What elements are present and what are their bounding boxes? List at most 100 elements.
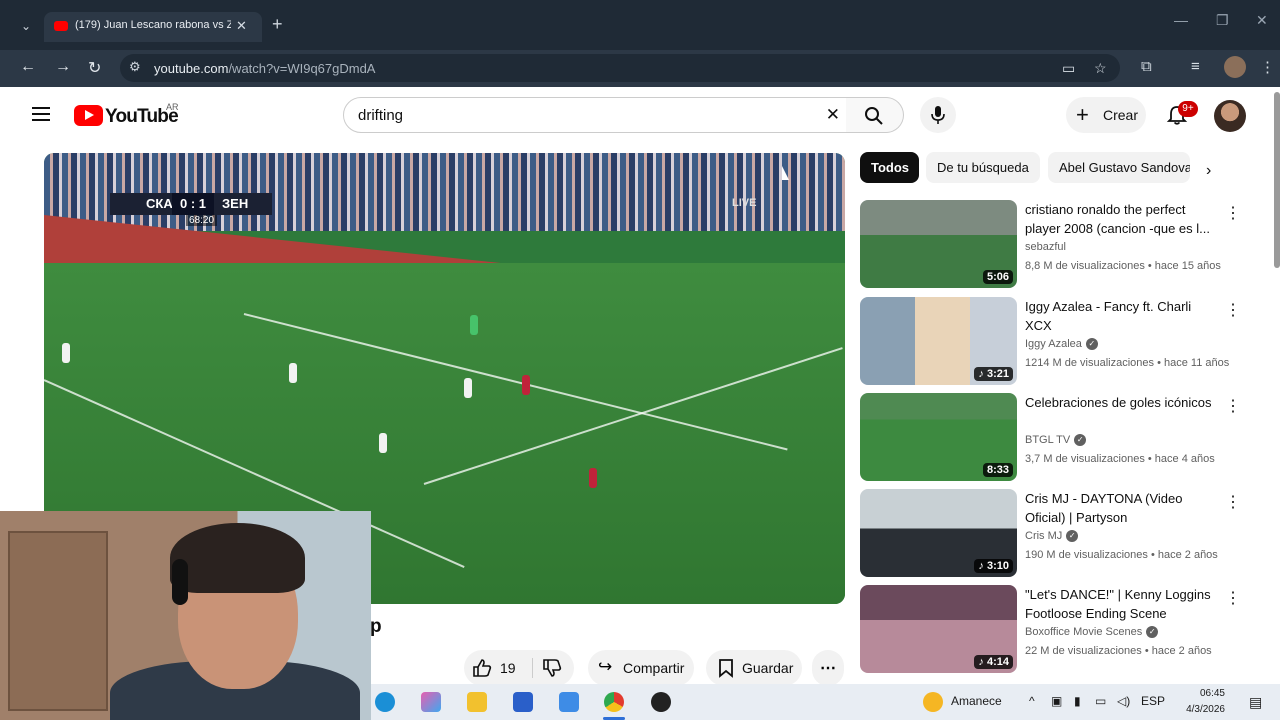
tab-close-icon[interactable]: ✕	[236, 18, 247, 34]
bookmark-star-icon[interactable]: ☆	[1094, 60, 1107, 77]
bookmark-icon	[719, 659, 733, 678]
video-thumbnail[interactable]: 5:06	[860, 200, 1017, 288]
extensions-icon[interactable]: ⧉	[1141, 58, 1152, 75]
back-icon[interactable]: ←	[20, 58, 36, 76]
file-explorer-icon[interactable]	[467, 692, 487, 712]
notifications-center-icon[interactable]: ▤	[1249, 694, 1262, 711]
volume-icon[interactable]: ◁)	[1117, 694, 1130, 708]
forward-icon[interactable]: →	[55, 58, 71, 76]
new-tab-icon[interactable]: +	[272, 14, 283, 35]
footballer	[379, 433, 387, 453]
browser-tab[interactable]: (179) Juan Lescano rabona vs Zenit ✕	[44, 12, 262, 42]
youtube-header: YouTube AR drifting ✕ + Crear 9+	[0, 87, 1280, 143]
address-bar[interactable]: ⚙ youtube.com/watch?v=WI9q67gDmdA ▭ ☆	[120, 54, 1120, 82]
search-button[interactable]	[846, 97, 904, 133]
search-query[interactable]: drifting	[358, 107, 403, 124]
browser-menu-icon[interactable]: ⋮	[1260, 58, 1275, 76]
account-avatar[interactable]	[1214, 100, 1246, 132]
video-thumbnail[interactable]: 8:33	[860, 393, 1017, 481]
edge-icon[interactable]	[375, 692, 395, 712]
reload-icon[interactable]: ↻	[88, 58, 101, 78]
menu-icon[interactable]	[32, 107, 50, 121]
divider	[532, 658, 533, 678]
more-vert-icon[interactable]: ⋮	[1225, 300, 1241, 320]
search-icon	[865, 107, 883, 125]
minimize-icon[interactable]: —	[1174, 12, 1188, 28]
verified-check-icon: ✓	[1146, 626, 1159, 639]
more-actions-button[interactable]: ⋯	[812, 650, 844, 686]
media-control-icon[interactable]: ≡	[1191, 58, 1200, 75]
url-text[interactable]: youtube.com/watch?v=WI9q67gDmdA	[154, 61, 375, 76]
voice-search-button[interactable]	[920, 97, 956, 133]
clock[interactable]: 06:45 4/3/2026	[1175, 686, 1225, 718]
recommendation-meta: 22 M de visualizaciones • hace 2 años	[1025, 645, 1212, 657]
microphone-tray-icon[interactable]: ▮	[1074, 694, 1081, 708]
tab-search-icon[interactable]: ⌄	[14, 14, 38, 38]
more-vert-icon[interactable]: ⋮	[1225, 492, 1241, 512]
chevron-right-icon[interactable]: ›	[1206, 162, 1211, 180]
clear-search-icon[interactable]: ✕	[826, 105, 840, 125]
browser-profile-avatar[interactable]	[1224, 56, 1246, 78]
dislike-icon[interactable]	[542, 658, 562, 678]
recommendation-item[interactable]: ♪ 3:21 Iggy Azalea - Fancy ft. Charli XC…	[860, 297, 1250, 389]
channel-name: sebazful	[1025, 241, 1066, 253]
tray-app-icon[interactable]: ▣	[1051, 694, 1062, 708]
network-icon[interactable]: ▭	[1095, 694, 1106, 708]
video-thumbnail[interactable]: ♪ 4:14	[860, 585, 1017, 673]
site-info-icon[interactable]: ⚙	[129, 59, 141, 75]
chip-channel[interactable]: Abel Gustavo Sandoval	[1048, 152, 1190, 183]
weather-label[interactable]: Amanece	[951, 694, 1002, 708]
more-vert-icon[interactable]: ⋮	[1225, 588, 1241, 608]
match-clock: 68:20	[186, 215, 218, 226]
video-thumbnail[interactable]: ♪ 3:10	[860, 489, 1017, 577]
more-vert-icon[interactable]: ⋮	[1225, 203, 1241, 223]
recommendation-channel[interactable]: sebazful	[1025, 241, 1066, 253]
footballer	[464, 378, 472, 398]
duration-badge: ♪ 3:21	[974, 367, 1013, 381]
recommendation-title[interactable]: Celebraciones de goles icónicos	[1025, 393, 1217, 412]
like-dislike-group: 19	[464, 650, 574, 686]
recommendation-channel[interactable]: Boxoffice Movie Scenes ✓	[1025, 626, 1159, 639]
recommendation-channel[interactable]: Iggy Azalea ✓	[1025, 338, 1098, 351]
channel-name: BTGL TV	[1025, 434, 1071, 446]
share-button[interactable]: ↪ Compartir	[588, 650, 694, 686]
recommendation-title[interactable]: Iggy Azalea - Fancy ft. Charli XCX	[1025, 297, 1217, 335]
like-icon[interactable]	[472, 658, 492, 678]
channel-name: Cris MJ	[1025, 530, 1063, 542]
chip-todos[interactable]: Todos	[860, 152, 919, 183]
away-team: ЗЕН	[222, 196, 249, 211]
recommendation-channel[interactable]: Cris MJ ✓	[1025, 530, 1079, 543]
chip-de-tu-busqueda[interactable]: De tu búsqueda	[926, 152, 1040, 183]
weather-sun-icon[interactable]	[923, 692, 943, 712]
verified-check-icon: ✓	[1085, 338, 1098, 351]
more-vert-icon[interactable]: ⋮	[1225, 396, 1241, 416]
tab-title: (179) Juan Lescano rabona vs Zenit	[75, 19, 231, 31]
recommendation-title[interactable]: "Let's DANCE!" | Kenny Loggins Footloose…	[1025, 585, 1217, 623]
restore-icon[interactable]: ❐	[1216, 12, 1229, 29]
page-scrollbar[interactable]	[1274, 92, 1280, 268]
create-button[interactable]: + Crear	[1066, 97, 1146, 133]
copilot-icon[interactable]	[421, 692, 441, 712]
store-icon[interactable]	[513, 692, 533, 712]
chrome-icon[interactable]	[604, 692, 624, 712]
like-count: 19	[500, 660, 516, 676]
recommendation-item[interactable]: 5:06 cristiano ronaldo the perfect playe…	[860, 200, 1250, 292]
search-input[interactable]: drifting ✕	[343, 97, 847, 133]
close-window-icon[interactable]: ✕	[1256, 12, 1268, 29]
video-thumbnail[interactable]: ♪ 3:21	[860, 297, 1017, 385]
recommendation-item[interactable]: 8:33 Celebraciones de goles icónicos BTG…	[860, 393, 1250, 485]
obs-icon[interactable]	[651, 692, 671, 712]
recommendation-title[interactable]: cristiano ronaldo the perfect player 200…	[1025, 200, 1217, 238]
recommendation-channel[interactable]: BTGL TV ✓	[1025, 434, 1087, 447]
language-indicator[interactable]: ESP	[1141, 694, 1165, 708]
mail-icon[interactable]	[559, 692, 579, 712]
url-host: youtube.com	[154, 61, 229, 76]
cast-icon[interactable]: ▭	[1062, 60, 1075, 77]
recommendation-item[interactable]: ♪ 3:10 Cris MJ - DAYTONA (Video Oficial)…	[860, 489, 1250, 581]
browser-tab-bar: ⌄ (179) Juan Lescano rabona vs Zenit ✕ +…	[0, 0, 1280, 50]
save-button[interactable]: Guardar	[706, 650, 802, 686]
recommendation-item[interactable]: ♪ 4:14 "Let's DANCE!" | Kenny Loggins Fo…	[860, 585, 1250, 677]
recommendation-title[interactable]: Cris MJ - DAYTONA (Video Oficial) | Part…	[1025, 489, 1217, 527]
clock-time: 06:45	[1199, 688, 1225, 699]
tray-chevron-icon[interactable]: ^	[1029, 694, 1035, 708]
